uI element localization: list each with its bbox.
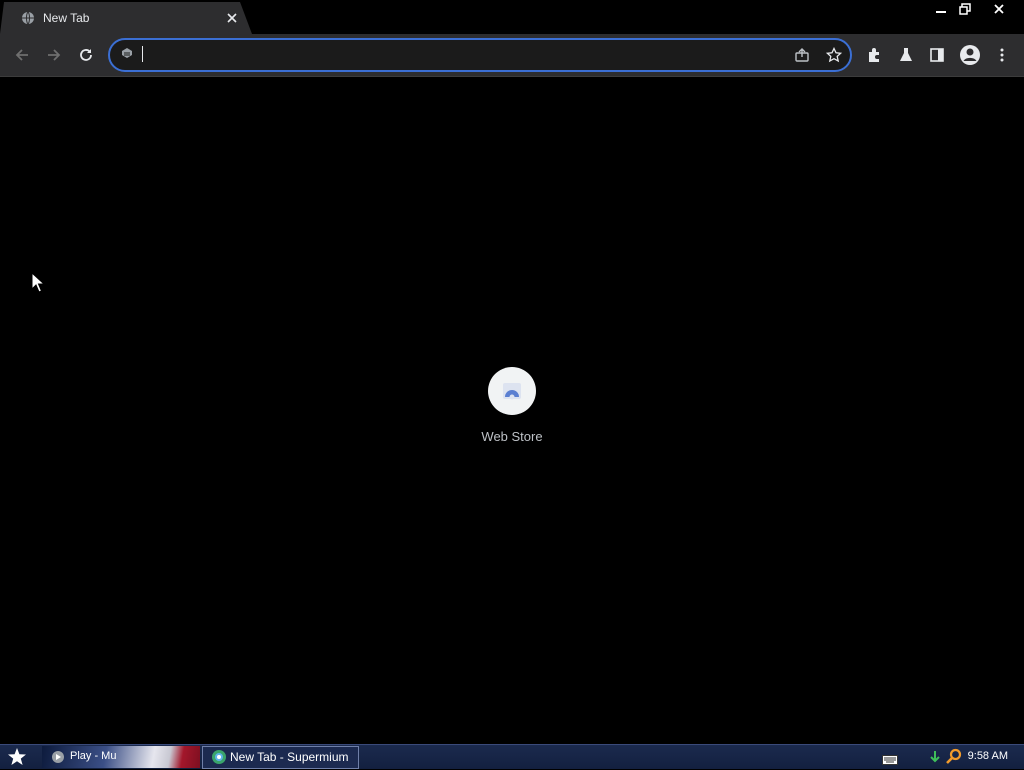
tab-title: New Tab — [43, 11, 90, 25]
taskbar-item-new-tab[interactable]: New Tab - Supermium — [202, 746, 359, 769]
address-bar[interactable] — [108, 38, 852, 72]
mouse-cursor-icon — [31, 272, 45, 293]
browser-toolbar — [0, 34, 1024, 77]
search-icon[interactable] — [946, 748, 962, 770]
shortcut-web-store[interactable]: Web Store — [472, 367, 552, 457]
labs-button[interactable] — [890, 39, 922, 71]
side-panel-icon — [930, 48, 944, 62]
shortcut-label: Web Store — [481, 429, 543, 444]
new-tab-page: Web Store — [0, 77, 1024, 744]
taskbar: Play - Mu New Tab - Supermium 9:58 AM — [0, 744, 1024, 769]
app-icon — [50, 749, 66, 765]
share-button[interactable] — [790, 43, 814, 67]
flask-icon — [900, 48, 912, 61]
network-icon[interactable] — [928, 749, 942, 770]
side-panel-button[interactable] — [921, 39, 953, 71]
minimize-icon — [936, 11, 946, 13]
address-input[interactable] — [140, 43, 744, 67]
star-icon — [8, 748, 26, 765]
start-button[interactable] — [4, 746, 30, 768]
tab-new-tab[interactable]: New Tab — [0, 2, 252, 34]
avatar-icon — [960, 45, 980, 65]
globe-icon — [21, 11, 35, 25]
profile-button[interactable] — [954, 39, 986, 71]
taskbar-item-play[interactable]: Play - Mu — [42, 746, 200, 768]
browser-titlebar: New Tab — [0, 0, 1024, 34]
window-close-button[interactable] — [984, 0, 1014, 18]
star-icon — [826, 47, 842, 63]
close-icon — [994, 4, 1004, 14]
web-store-icon — [488, 367, 536, 415]
arrow-right-icon — [48, 49, 61, 61]
share-icon — [795, 48, 809, 62]
text-cursor — [142, 46, 143, 62]
close-icon — [227, 13, 237, 23]
restore-icon — [959, 3, 971, 15]
forward-button[interactable] — [38, 39, 70, 71]
clock: 9:58 AM — [967, 750, 1008, 762]
supermium-icon — [211, 749, 227, 765]
taskbar-item-label: Play - Mu — [70, 750, 117, 762]
arrow-left-icon — [15, 49, 28, 61]
restore-button[interactable] — [950, 0, 980, 18]
system-tray: 9:58 AM — [864, 745, 1024, 769]
bookmark-star-button[interactable] — [822, 43, 846, 67]
browser-menu-button[interactable] — [986, 39, 1018, 71]
extensions-button[interactable] — [858, 39, 890, 71]
back-button[interactable] — [6, 39, 38, 71]
kebab-menu-icon — [1000, 48, 1004, 62]
reload-icon — [80, 49, 92, 61]
site-info-icon[interactable] — [120, 47, 134, 61]
taskbar-item-label: New Tab - Supermium — [230, 750, 349, 764]
tab-close-button[interactable] — [224, 10, 240, 26]
puzzle-icon — [869, 48, 879, 62]
reload-button[interactable] — [70, 39, 102, 71]
keyboard-icon[interactable] — [882, 752, 898, 770]
